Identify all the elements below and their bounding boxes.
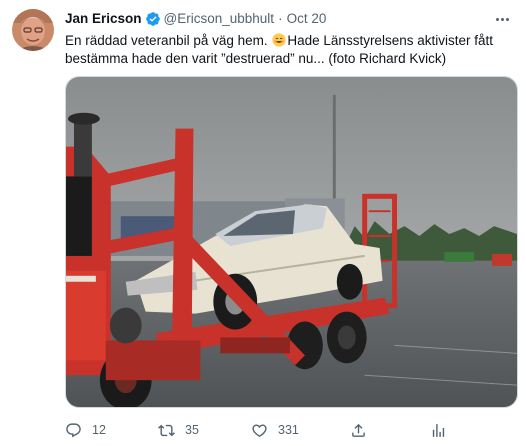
tweet-actions: 12 35 331 xyxy=(65,420,475,440)
tweet-photo[interactable] xyxy=(65,76,518,408)
reply-button[interactable]: 12 xyxy=(65,420,106,440)
tweet-text-part-2: Hade Länsstyrelsens aktivister fått xyxy=(287,33,493,48)
separator-dot: · xyxy=(278,11,283,26)
author-name[interactable]: Jan Ericson xyxy=(65,10,142,28)
analytics-button[interactable] xyxy=(430,420,447,440)
car-transporter-photo-icon xyxy=(66,77,517,407)
tweet-text-part-1: En räddad veteranbil på väg hem. xyxy=(65,33,272,48)
reply-count: 12 xyxy=(92,423,106,437)
tweet-text-line-1: En räddad veteranbil på väg hem. Hade Lä… xyxy=(65,32,515,50)
author-handle[interactable]: @Ericson_ubbhult xyxy=(164,10,275,28)
tweet-header: Jan Ericson @Ericson_ubbhult · Oct 20 xyxy=(65,10,326,28)
retweet-count: 35 xyxy=(185,423,199,437)
tweet-text-line-2: bestämma hade den varit ”destruerad” nu.… xyxy=(65,51,447,66)
like-count: 331 xyxy=(278,423,299,437)
share-button[interactable] xyxy=(350,420,367,440)
share-icon xyxy=(350,422,367,439)
analytics-icon xyxy=(430,422,447,439)
heart-icon xyxy=(251,422,268,439)
retweet-icon xyxy=(158,422,175,439)
tweet-date[interactable]: Oct 20 xyxy=(287,10,327,28)
retweet-button[interactable]: 35 xyxy=(158,420,199,440)
tweet[interactable]: Jan Ericson @Ericson_ubbhult · Oct 20 En… xyxy=(0,0,526,446)
verified-badge-icon xyxy=(145,11,161,27)
reply-icon xyxy=(65,422,82,439)
more-options-icon[interactable] xyxy=(492,10,512,28)
smiling-face-emoji-icon xyxy=(272,33,287,47)
like-button[interactable]: 331 xyxy=(251,420,299,440)
avatar-photo-icon xyxy=(12,9,54,51)
avatar[interactable] xyxy=(12,9,54,51)
tweet-text: En räddad veteranbil på väg hem. Hade Lä… xyxy=(65,32,515,68)
